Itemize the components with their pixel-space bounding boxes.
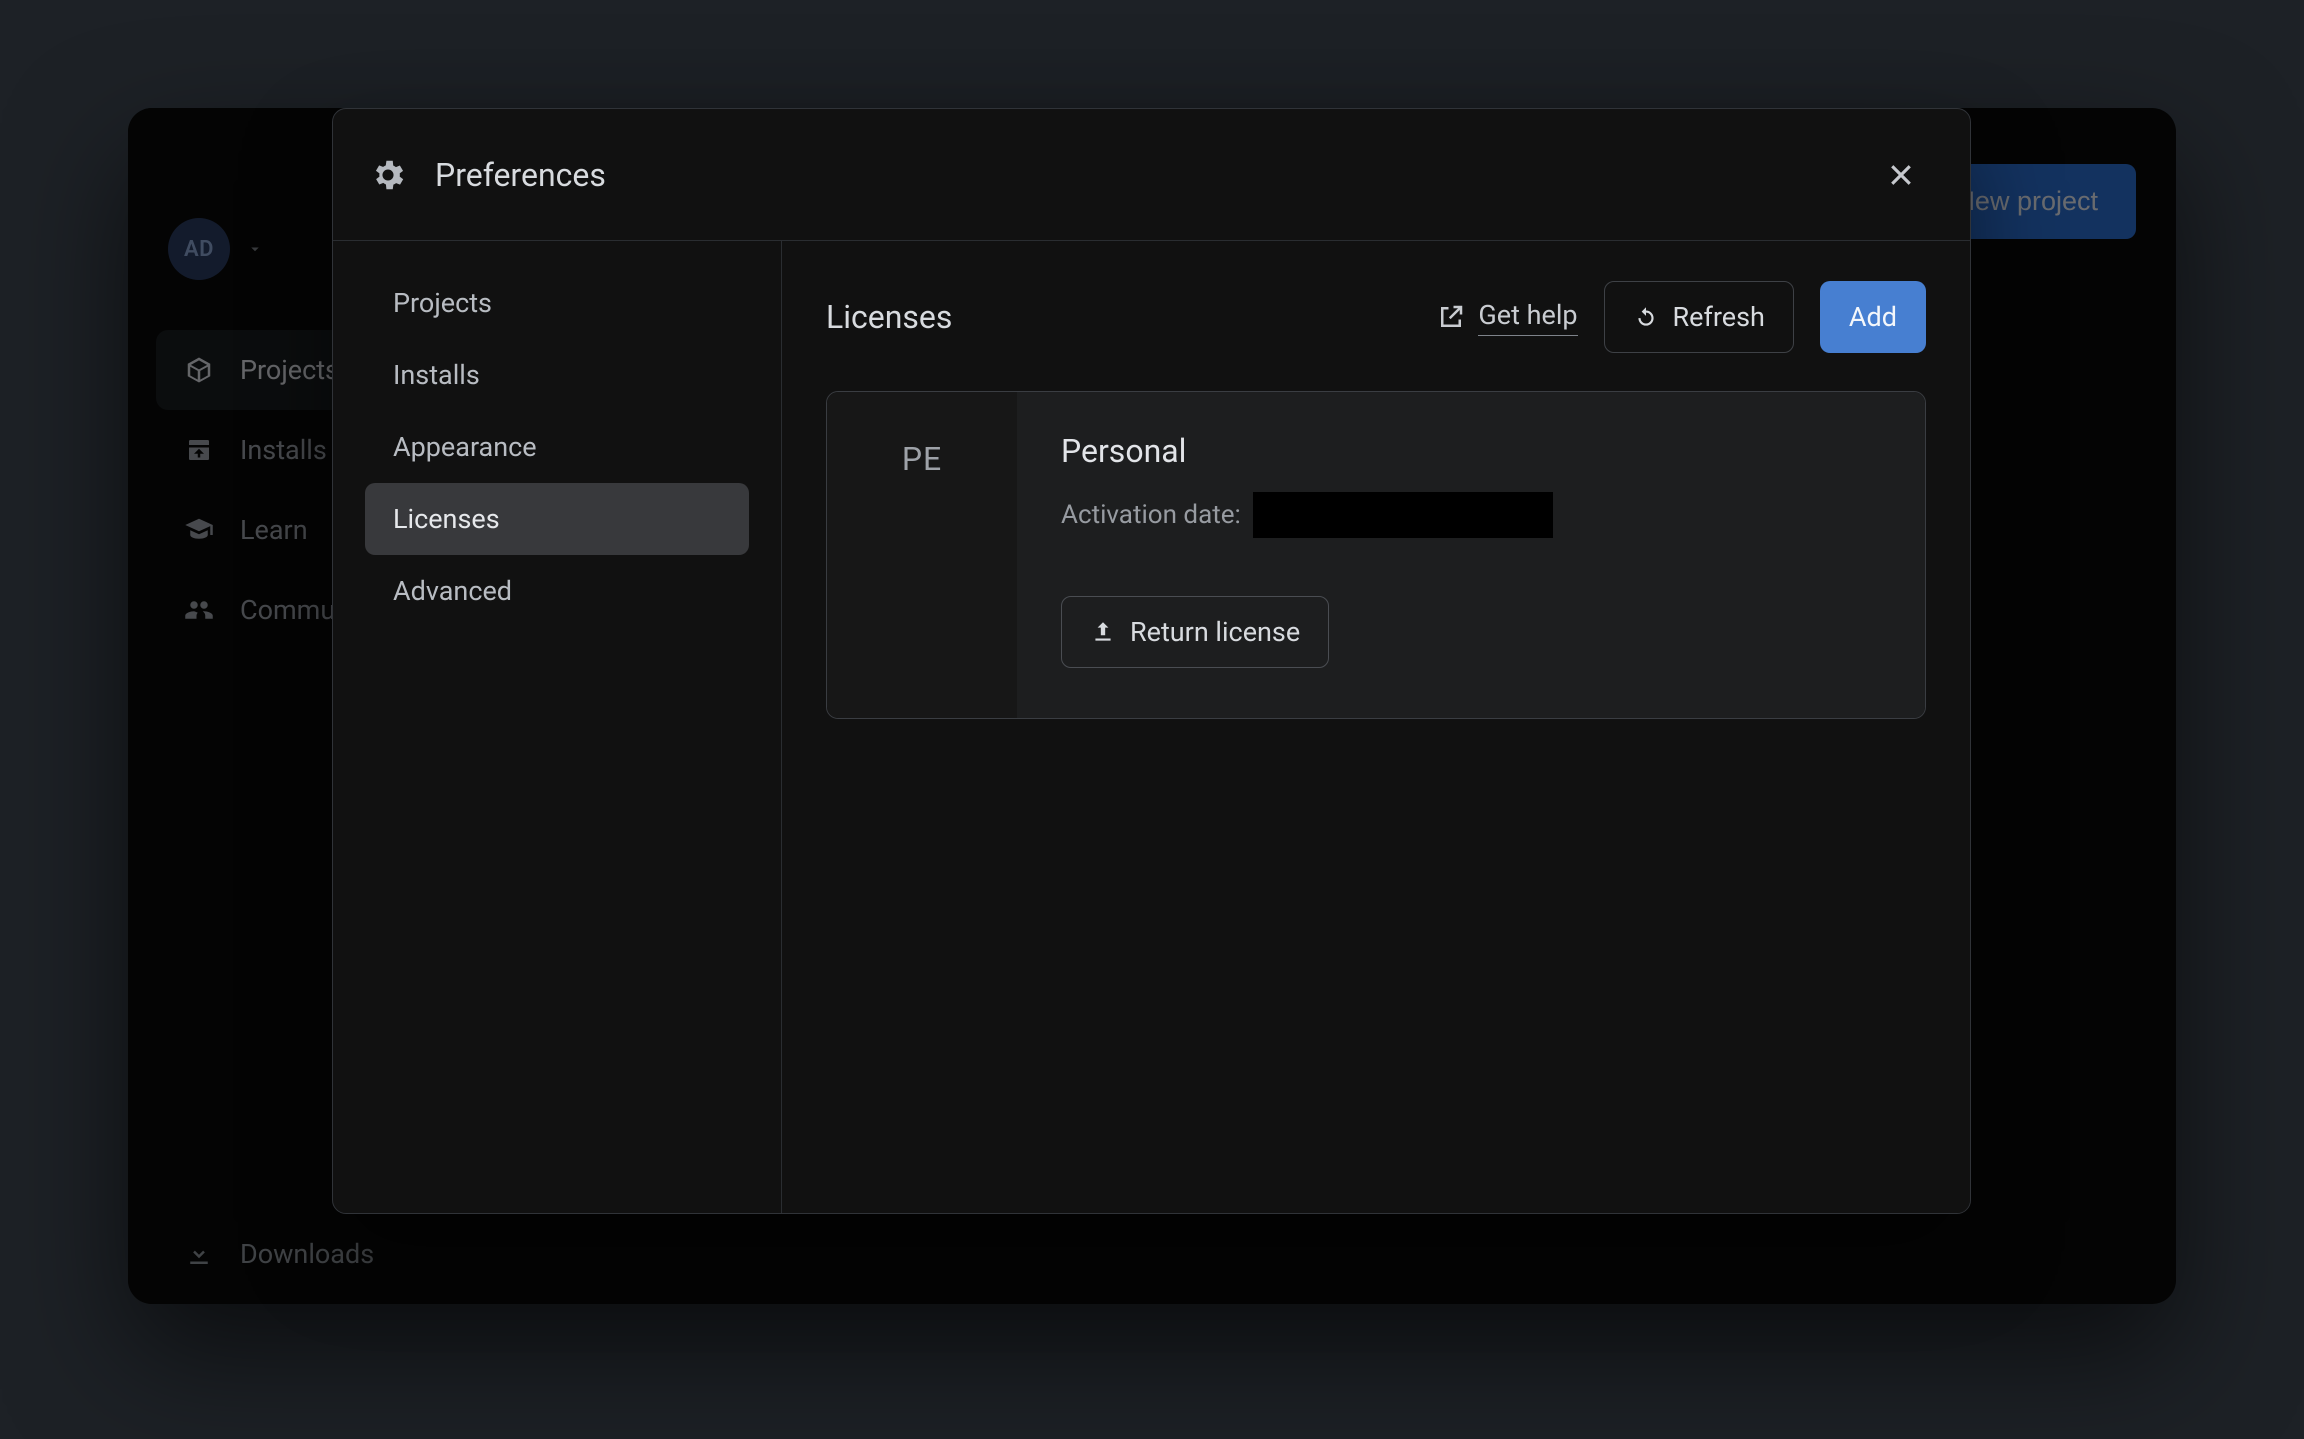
modal-header: Preferences (333, 109, 1970, 241)
people-icon (184, 595, 214, 625)
add-label: Add (1849, 301, 1897, 333)
preferences-sidebar: Projects Installs Appearance Licenses Ad… (333, 241, 782, 1213)
downloads-label: Downloads (240, 1238, 374, 1270)
activation-date-value-redacted (1253, 492, 1553, 538)
downloads-button[interactable]: Downloads (128, 1204, 608, 1304)
get-help-label: Get help (1478, 299, 1577, 336)
licenses-actions: Get help Refresh Add (1436, 281, 1926, 353)
section-title: Licenses (826, 298, 1436, 336)
license-body: Personal Activation date: Return license (1017, 392, 1925, 718)
return-license-label: Return license (1130, 616, 1300, 648)
sidebar-item-label: Learn (240, 514, 308, 546)
sidebar-item-label: Installs (240, 434, 327, 466)
add-license-button[interactable]: Add (1820, 281, 1926, 353)
refresh-icon (1633, 304, 1659, 330)
license-name: Personal (1061, 432, 1881, 470)
graduation-cap-icon (184, 515, 214, 545)
license-card: PE Personal Activation date: Return lice… (826, 391, 1926, 719)
close-button[interactable] (1876, 150, 1926, 200)
get-help-link[interactable]: Get help (1436, 299, 1577, 336)
return-license-button[interactable]: Return license (1061, 596, 1329, 668)
avatar: AD (168, 218, 230, 280)
upload-icon (1090, 619, 1116, 645)
licenses-panel: Licenses Get help Refresh Add P (782, 241, 1970, 1213)
refresh-label: Refresh (1673, 301, 1765, 333)
download-box-icon (184, 435, 214, 465)
modal-title: Preferences (435, 156, 606, 194)
pref-tab-advanced[interactable]: Advanced (365, 555, 749, 627)
download-icon (184, 1239, 214, 1269)
pref-tab-licenses[interactable]: Licenses (365, 483, 749, 555)
gear-icon (369, 156, 407, 194)
preferences-modal: Preferences Projects Installs Appearance… (332, 108, 1971, 1214)
license-badge: PE (827, 392, 1017, 718)
pref-tab-appearance[interactable]: Appearance (365, 411, 749, 483)
refresh-button[interactable]: Refresh (1604, 281, 1794, 353)
open-external-icon (1436, 302, 1466, 332)
licenses-header: Licenses Get help Refresh Add (826, 281, 1926, 353)
chevron-down-icon (246, 240, 264, 258)
pref-tab-installs[interactable]: Installs (365, 339, 749, 411)
cube-icon (184, 355, 214, 385)
activation-date-label: Activation date: (1061, 500, 1241, 530)
pref-tab-projects[interactable]: Projects (365, 267, 749, 339)
close-icon (1886, 160, 1916, 190)
sidebar-item-label: Projects (240, 354, 339, 386)
